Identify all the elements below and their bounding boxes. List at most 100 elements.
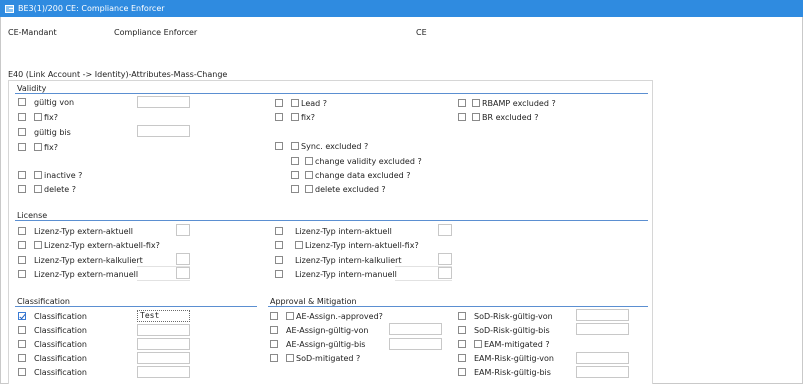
change-validity-excluded-select-checkbox[interactable] (291, 157, 299, 165)
sod-risk-von-input[interactable] (576, 309, 629, 321)
section-line-license (15, 220, 648, 221)
ae-gueltig-bis-label: AE-Assign-gültig-bis (286, 340, 366, 349)
sod-mitigated-select-checkbox[interactable] (270, 354, 278, 362)
lead-checkbox[interactable] (291, 99, 299, 107)
int-manuell-checkbox[interactable] (275, 270, 283, 278)
section-title-classification: Classification (17, 297, 70, 306)
fix3-checkbox[interactable] (291, 113, 299, 121)
classification-input-3[interactable] (137, 338, 190, 350)
int-aktuell-input[interactable] (438, 224, 452, 236)
eam-risk-bis-label: EAM-Risk-gültig-bis (474, 368, 551, 377)
classification-input-4[interactable] (137, 352, 190, 364)
sync-excluded-select-checkbox[interactable] (275, 142, 283, 150)
section-line-classification (15, 306, 257, 307)
delete-select-checkbox[interactable] (18, 185, 26, 193)
fix3-label: fix? (301, 113, 316, 122)
classification-label-5: Classification (34, 368, 87, 377)
ext-kalkuliert-input[interactable] (176, 253, 190, 265)
int-kalkuliert-checkbox[interactable] (275, 256, 283, 264)
window-title: BE3(1)/200 CE: Compliance Enforcer (18, 4, 165, 13)
change-data-excluded-checkbox[interactable] (305, 171, 313, 179)
ae-gueltig-von-input[interactable] (389, 323, 442, 335)
sod-risk-bis-label: SoD-Risk-gültig-bis (474, 326, 550, 335)
app-icon (5, 4, 14, 13)
classification-checkbox-4[interactable] (18, 354, 26, 362)
mandant-label: CE-Mandant (8, 28, 57, 37)
classification-checkbox-5[interactable] (18, 368, 26, 376)
change-validity-excluded-checkbox[interactable] (305, 157, 313, 165)
sod-risk-von-checkbox[interactable] (458, 312, 466, 320)
ext-manuell-checkbox[interactable] (18, 270, 26, 278)
section-line-approval (268, 306, 648, 307)
delete-excluded-select-checkbox[interactable] (291, 185, 299, 193)
fix3-select-checkbox[interactable] (275, 113, 283, 121)
fix2-select-checkbox[interactable] (18, 143, 26, 151)
fix2-label: fix? (44, 143, 59, 152)
ae-gueltig-bis-input[interactable] (389, 338, 442, 350)
sod-risk-von-label: SoD-Risk-gültig-von (474, 312, 553, 321)
delete-checkbox[interactable] (34, 185, 42, 193)
eam-risk-bis-input[interactable] (576, 366, 629, 378)
fix2-checkbox[interactable] (34, 143, 42, 151)
gueltig-von-checkbox[interactable] (18, 98, 26, 106)
inactive-select-checkbox[interactable] (18, 171, 26, 179)
inactive-checkbox[interactable] (34, 171, 42, 179)
classification-label-4: Classification (34, 354, 87, 363)
change-data-excluded-select-checkbox[interactable] (291, 171, 299, 179)
int-aktuell-fix-select-checkbox[interactable] (275, 241, 283, 249)
ae-approved-checkbox[interactable] (286, 312, 294, 320)
ext-aktuell-fix-checkbox[interactable] (34, 241, 42, 249)
ext-aktuell-fix-label: Lizenz-Typ extern-aktuell-fix? (44, 241, 160, 250)
fix1-checkbox[interactable] (34, 113, 42, 121)
sync-excluded-checkbox[interactable] (291, 142, 299, 150)
gueltig-bis-input[interactable] (137, 125, 190, 137)
delete-excluded-checkbox[interactable] (305, 185, 313, 193)
classification-label-2: Classification (34, 326, 87, 335)
ae-approved-select-checkbox[interactable] (270, 312, 278, 320)
sod-risk-bis-input[interactable] (576, 323, 629, 335)
int-aktuell-fix-label: Lizenz-Typ intern-aktuell-fix? (305, 241, 419, 250)
ae-gueltig-von-checkbox[interactable] (270, 326, 278, 334)
ext-aktuell-input[interactable] (176, 224, 190, 236)
eam-risk-von-input[interactable] (576, 352, 629, 364)
ext-kalkuliert-checkbox[interactable] (18, 256, 26, 264)
rbamp-excluded-checkbox[interactable] (472, 99, 480, 107)
br-excluded-select-checkbox[interactable] (458, 113, 466, 121)
ext-aktuell-fix-select-checkbox[interactable] (18, 241, 26, 249)
eam-mitigated-select-checkbox[interactable] (458, 340, 466, 348)
sod-risk-bis-checkbox[interactable] (458, 326, 466, 334)
classification-input-2[interactable] (137, 324, 190, 336)
classification-input-5[interactable] (137, 366, 190, 378)
gueltig-von-input[interactable] (137, 96, 190, 108)
classification-input-1[interactable]: Test (137, 310, 190, 322)
sync-excluded-label: Sync. excluded ? (301, 142, 369, 151)
br-excluded-checkbox[interactable] (472, 113, 480, 121)
fix1-select-checkbox[interactable] (18, 113, 26, 121)
eam-mitigated-checkbox[interactable] (474, 340, 482, 348)
gueltig-bis-checkbox[interactable] (18, 128, 26, 136)
mandant-value: Compliance Enforcer (114, 28, 198, 37)
eam-risk-von-label: EAM-Risk-gültig-von (474, 354, 554, 363)
int-aktuell-fix-checkbox[interactable] (295, 241, 303, 249)
ae-gueltig-bis-checkbox[interactable] (270, 340, 278, 348)
ext-aktuell-checkbox[interactable] (18, 227, 26, 235)
int-aktuell-checkbox[interactable] (275, 227, 283, 235)
eam-risk-bis-checkbox[interactable] (458, 368, 466, 376)
classification-checkbox-3[interactable] (18, 340, 26, 348)
ext-kalkuliert-label: Lizenz-Typ extern-kalkuliert (34, 256, 143, 265)
sod-mitigated-checkbox[interactable] (286, 354, 294, 362)
br-excluded-label: BR excluded ? (482, 113, 539, 122)
classification-checkbox-2[interactable] (18, 326, 26, 334)
ext-manuell-underline (137, 280, 190, 281)
change-data-excluded-label: change data excluded ? (315, 171, 411, 180)
lead-select-checkbox[interactable] (275, 99, 283, 107)
rbamp-excluded-select-checkbox[interactable] (458, 99, 466, 107)
eam-risk-von-checkbox[interactable] (458, 354, 466, 362)
classification-checkbox-1[interactable] (18, 312, 26, 320)
int-kalkuliert-input[interactable] (438, 253, 452, 265)
int-manuell-label: Lizenz-Typ intern-manuell (295, 270, 397, 279)
lead-label: Lead ? (301, 99, 328, 108)
change-validity-excluded-label: change validity excluded ? (315, 157, 422, 166)
int-manuell-input[interactable] (438, 267, 452, 279)
ext-manuell-input[interactable] (176, 267, 190, 279)
